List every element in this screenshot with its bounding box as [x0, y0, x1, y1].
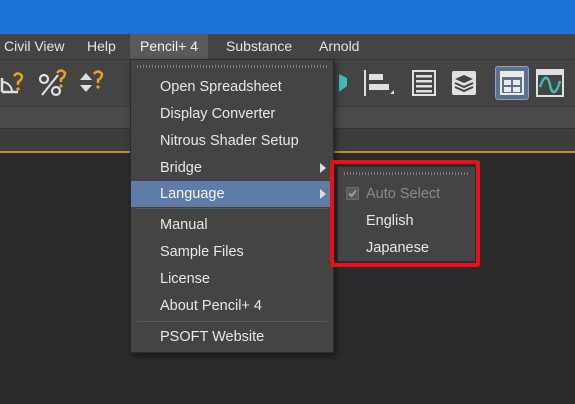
- menu-separator: [137, 208, 327, 209]
- menu-item-display-converter[interactable]: Display Converter: [131, 101, 333, 127]
- menu-item-language[interactable]: Language: [131, 181, 333, 207]
- snap-angle-icon[interactable]: [0, 66, 30, 100]
- checkbox-checked-icon: [346, 187, 359, 200]
- title-bar: [0, 0, 575, 34]
- menu-help[interactable]: Help: [77, 34, 126, 59]
- menu-tear-off-grip[interactable]: [137, 65, 327, 68]
- menu-separator: [137, 321, 327, 322]
- array-icon[interactable]: [360, 66, 396, 100]
- menu-arnold[interactable]: Arnold: [309, 34, 369, 59]
- menu-bar: Civil View Help Pencil+ 4 Substance Arno…: [0, 34, 575, 60]
- submenu-item-japanese[interactable]: Japanese: [338, 235, 475, 261]
- menu-item-license[interactable]: License: [131, 266, 333, 292]
- submenu-arrow-icon: [320, 189, 326, 199]
- menu-item-manual[interactable]: Manual: [131, 212, 333, 238]
- submenu-tear-off-grip[interactable]: [344, 172, 469, 175]
- menu-civil-view[interactable]: Civil View: [0, 34, 74, 59]
- pencil-plus-4-menu: Open Spreadsheet Display Converter Nitro…: [130, 59, 334, 353]
- submenu-item-auto-select-label: Auto Select: [366, 186, 441, 202]
- curve-editor-icon[interactable]: [533, 66, 567, 100]
- menu-pencil-plus-4[interactable]: Pencil+ 4: [130, 34, 208, 59]
- menu-item-bridge[interactable]: Bridge: [131, 155, 333, 181]
- ribbon-icon: [500, 71, 524, 95]
- submenu-item-english[interactable]: English: [338, 208, 475, 234]
- menu-substance[interactable]: Substance: [216, 34, 302, 59]
- layers-icon[interactable]: [448, 66, 480, 100]
- menu-item-psoft-website[interactable]: PSOFT Website: [131, 324, 333, 350]
- ribbon-toggle-button[interactable]: [495, 66, 529, 100]
- spreadsheet-icon[interactable]: [408, 66, 440, 100]
- spinner-snap-icon[interactable]: [76, 66, 110, 100]
- menu-item-nitrous-shader-setup[interactable]: Nitrous Shader Setup: [131, 128, 333, 154]
- submenu-item-auto-select[interactable]: Auto Select: [338, 181, 475, 207]
- menu-item-bridge-label: Bridge: [160, 160, 202, 176]
- submenu-arrow-icon: [320, 163, 326, 173]
- menu-item-open-spreadsheet[interactable]: Open Spreadsheet: [131, 74, 333, 100]
- menu-item-about[interactable]: About Pencil+ 4: [131, 293, 333, 319]
- menu-item-language-label: Language: [160, 186, 225, 202]
- percent-snap-icon[interactable]: [36, 66, 70, 100]
- language-submenu: Auto Select English Japanese: [337, 166, 476, 262]
- menu-item-sample-files[interactable]: Sample Files: [131, 239, 333, 265]
- align-icon[interactable]: [335, 66, 353, 100]
